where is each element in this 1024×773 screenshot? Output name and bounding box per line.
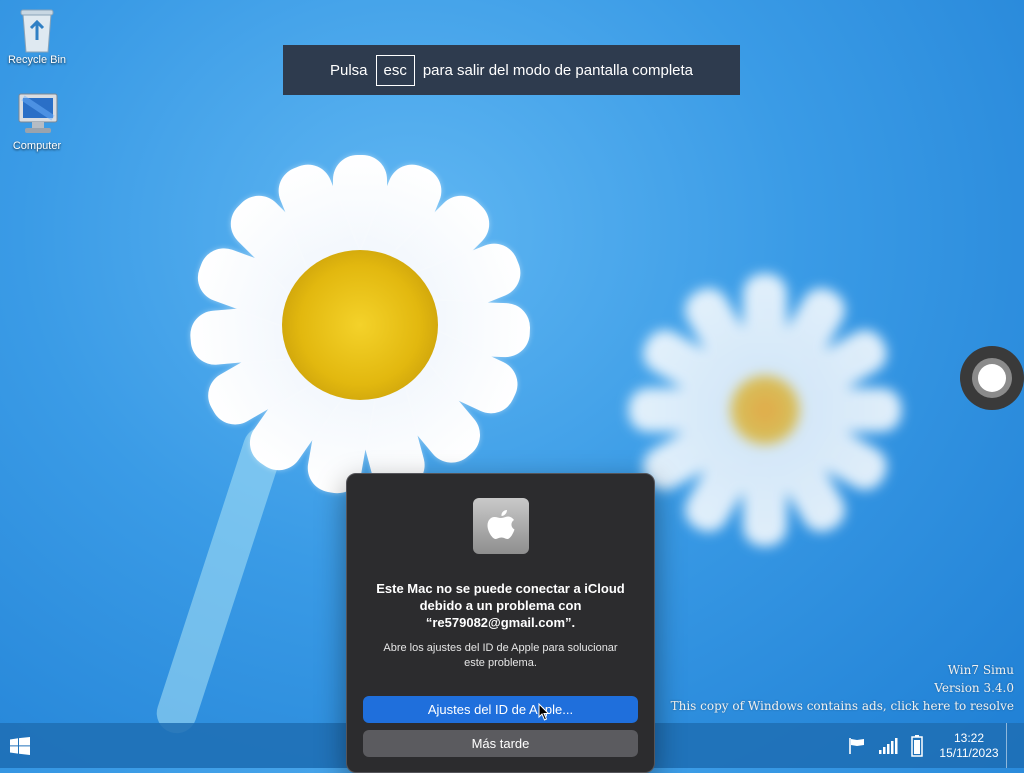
windows-logo-icon[interactable]	[10, 737, 30, 760]
dialog-title-line: debido a un problema con	[419, 598, 582, 613]
apple-id-settings-button[interactable]: Ajustes del ID de Apple...	[363, 696, 638, 723]
signal-icon[interactable]	[878, 737, 898, 760]
desktop-icon-label: Computer	[12, 140, 62, 152]
home-button-icon	[972, 358, 1012, 398]
desktop-icon-label: Recycle Bin	[7, 54, 67, 66]
system-clock[interactable]: 13:22 15/11/2023	[934, 731, 1004, 761]
desktop-icon-computer[interactable]: Computer	[0, 92, 74, 152]
banner-prefix: Pulsa	[329, 61, 368, 79]
watermark-version: Version 3.4.0	[934, 681, 1014, 695]
dialog-title-line: Este Mac no se puede conectar a iCloud	[376, 581, 625, 596]
dialog-message: Abre los ajustes del ID de Apple para so…	[365, 641, 636, 671]
clock-time: 13:22	[953, 731, 985, 745]
mouse-cursor-icon	[538, 702, 550, 726]
fullscreen-exit-banner: Pulsa esc para salir del modo de pantall…	[283, 45, 740, 95]
esc-key: esc	[375, 54, 415, 86]
desktop-icon-recycle-bin[interactable]: Recycle Bin	[0, 6, 74, 66]
show-desktop-button[interactable]	[1006, 723, 1007, 768]
recycle-bin-icon	[15, 6, 59, 53]
flag-icon[interactable]	[848, 737, 866, 760]
computer-icon	[15, 92, 59, 136]
apple-logo-icon	[472, 498, 529, 554]
activation-watermark[interactable]: Win7 Simu Version 3.4.0 This copy of Win…	[671, 661, 1014, 715]
battery-icon[interactable]	[911, 735, 923, 762]
watermark-title: Win7 Simu	[947, 663, 1014, 677]
dialog-title: Este Mac no se puede conectar a iCloud d…	[367, 580, 634, 631]
banner-suffix: para salir del modo de pantalla completa	[422, 61, 694, 79]
later-button[interactable]: Más tarde	[363, 730, 638, 757]
icloud-error-dialog: Este Mac no se puede conectar a iCloud d…	[346, 473, 655, 773]
watermark-ads-notice[interactable]: This copy of Windows contains ads, click…	[671, 697, 1014, 715]
floating-home-button[interactable]	[960, 346, 1024, 410]
wallpaper-stem	[151, 421, 289, 739]
dialog-title-email: “re579082@gmail.com”.	[425, 615, 576, 630]
clock-date: 15/11/2023	[939, 746, 999, 760]
dialog-message-line: este problema.	[464, 657, 537, 669]
dialog-message-line: Abre los ajustes del ID de Apple para so…	[383, 642, 618, 654]
